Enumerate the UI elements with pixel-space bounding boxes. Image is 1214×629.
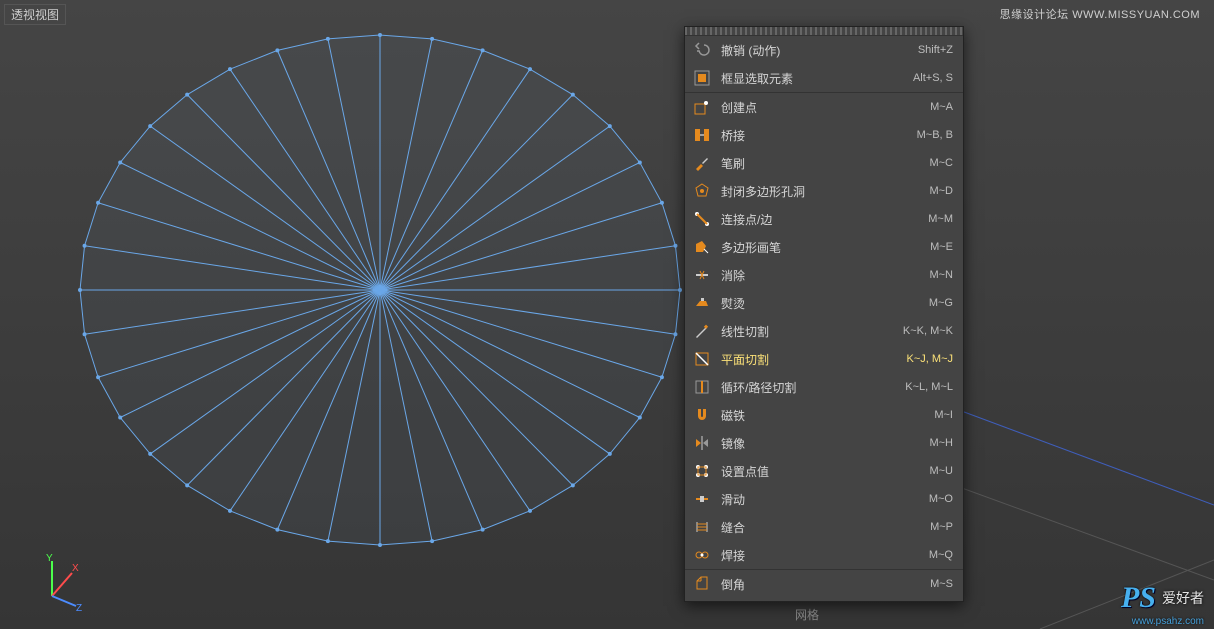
menu-item-label: 框显选取元素: [721, 70, 905, 87]
set-point-icon: [691, 460, 713, 482]
menu-item-shortcut: M~U: [929, 465, 953, 477]
slide-icon: [691, 488, 713, 510]
menu-item-shortcut: M~B, B: [917, 129, 953, 141]
menu-item-label: 镜像: [721, 435, 921, 452]
menu-item-set-point[interactable]: 设置点值 M~U: [685, 457, 963, 485]
watermark-logo: PS: [1121, 581, 1156, 615]
menu-item-label: 多边形画笔: [721, 239, 922, 256]
menu-item-brush[interactable]: 笔刷 M~C: [685, 149, 963, 177]
menu-item-shortcut: M~M: [928, 213, 953, 225]
menu-item-label: 熨烫: [721, 295, 921, 312]
iron-icon: [691, 292, 713, 314]
menu-item-point[interactable]: 创建点 M~A: [685, 92, 963, 121]
menu-item-shortcut: K~L, M~L: [905, 381, 953, 393]
loop-cut-icon: [691, 376, 713, 398]
poly-pen-icon: [691, 236, 713, 258]
menu-item-label: 线性切割: [721, 323, 895, 340]
menu-item-shortcut: M~Q: [929, 549, 953, 561]
axis-z-label: Z: [76, 603, 82, 611]
menu-item-shortcut: M~O: [929, 493, 953, 505]
menu-item-shortcut: M~I: [934, 409, 953, 421]
menu-item-label: 消除: [721, 267, 921, 284]
menu-item-label: 缝合: [721, 519, 922, 536]
axis-y-label: Y: [46, 553, 53, 564]
menu-item-shortcut: M~E: [930, 241, 953, 253]
menu-item-plane-cut[interactable]: 平面切割 K~J, M~J: [685, 345, 963, 373]
menu-item-label: 创建点: [721, 99, 922, 116]
stitch-icon: [691, 516, 713, 538]
magnet-icon: [691, 404, 713, 426]
menu-grip[interactable]: [685, 27, 963, 36]
weld-icon: [691, 544, 713, 566]
menu-item-bevel[interactable]: 倒角 M~S: [685, 569, 963, 598]
scene-wireframe: [0, 0, 1214, 629]
brush-icon: [691, 152, 713, 174]
viewport[interactable]: 透视视图 思缘设计论坛 WWW.MISSYUAN.COM 网格 Y X Z PS…: [0, 0, 1214, 629]
menu-item-shortcut: M~H: [929, 437, 953, 449]
menu-item-shortcut: K~K, M~K: [903, 325, 953, 337]
menu-item-shortcut: K~J, M~J: [907, 353, 953, 365]
menu-item-loop-cut[interactable]: 循环/路径切割 K~L, M~L: [685, 373, 963, 401]
menu-item-label: 笔刷: [721, 155, 921, 172]
frame-icon: [691, 67, 713, 89]
status-text: 网格: [795, 606, 819, 623]
menu-item-stitch[interactable]: 缝合 M~P: [685, 513, 963, 541]
menu-item-poly-pen[interactable]: 多边形画笔 M~E: [685, 233, 963, 261]
menu-item-knife[interactable]: 线性切割 K~K, M~K: [685, 317, 963, 345]
context-menu[interactable]: 撤销 (动作) Shift+Z 框显选取元素 Alt+S, S 创建点 M~A 桥接 M~B,…: [684, 26, 964, 602]
menu-item-mirror[interactable]: 镜像 M~H: [685, 429, 963, 457]
axis-x-label: X: [72, 563, 79, 574]
knife-icon: [691, 320, 713, 342]
menu-item-shortcut: M~D: [929, 185, 953, 197]
menu-item-label: 桥接: [721, 127, 909, 144]
menu-item-undo[interactable]: 撤销 (动作) Shift+Z: [685, 36, 963, 64]
menu-item-shortcut: M~C: [929, 157, 953, 169]
menu-item-label: 平面切割: [721, 351, 899, 368]
menu-item-weld[interactable]: 焊接 M~Q: [685, 541, 963, 569]
menu-item-label: 焊接: [721, 547, 921, 564]
menu-item-label: 封闭多边形孔洞: [721, 183, 921, 200]
menu-item-label: 倒角: [721, 576, 922, 593]
axis-gizmo: Y X Z: [22, 551, 82, 611]
close-hole-icon: [691, 180, 713, 202]
menu-item-label: 设置点值: [721, 463, 921, 480]
menu-item-shortcut: M~N: [929, 269, 953, 281]
source-label: 思缘设计论坛 WWW.MISSYUAN.COM: [1000, 6, 1200, 22]
menu-item-label: 滑动: [721, 491, 921, 508]
menu-item-magnet[interactable]: 磁铁 M~I: [685, 401, 963, 429]
menu-item-shortcut: Shift+Z: [918, 44, 953, 56]
menu-item-dissolve[interactable]: 消除 M~N: [685, 261, 963, 289]
plane-cut-icon: [691, 348, 713, 370]
menu-item-bridge[interactable]: 桥接 M~B, B: [685, 121, 963, 149]
watermark-cn: 爱好者: [1162, 588, 1204, 608]
watermark: PS 爱好者 www.psahz.com: [1121, 581, 1204, 615]
mirror-icon: [691, 432, 713, 454]
dissolve-icon: [691, 264, 713, 286]
menu-item-connect[interactable]: 连接点/边 M~M: [685, 205, 963, 233]
menu-item-iron[interactable]: 熨烫 M~G: [685, 289, 963, 317]
menu-item-shortcut: M~A: [930, 101, 953, 113]
watermark-url: www.psahz.com: [1132, 616, 1204, 627]
menu-item-close-hole[interactable]: 封闭多边形孔洞 M~D: [685, 177, 963, 205]
menu-item-label: 循环/路径切割: [721, 379, 897, 396]
point-icon: [691, 96, 713, 118]
menu-item-shortcut: M~G: [929, 297, 953, 309]
undo-icon: [691, 39, 713, 61]
menu-item-label: 撤销 (动作): [721, 42, 910, 59]
menu-item-slide[interactable]: 滑动 M~O: [685, 485, 963, 513]
menu-item-label: 连接点/边: [721, 211, 920, 228]
bridge-icon: [691, 124, 713, 146]
menu-item-shortcut: Alt+S, S: [913, 72, 953, 84]
connect-icon: [691, 208, 713, 230]
bevel-icon: [691, 573, 713, 595]
menu-item-label: 磁铁: [721, 407, 926, 424]
menu-item-shortcut: M~S: [930, 578, 953, 590]
viewport-label[interactable]: 透视视图: [4, 4, 66, 25]
menu-item-frame[interactable]: 框显选取元素 Alt+S, S: [685, 64, 963, 92]
menu-item-shortcut: M~P: [930, 521, 953, 533]
